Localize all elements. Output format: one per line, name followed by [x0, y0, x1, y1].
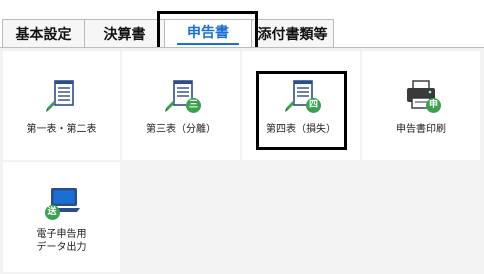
- badge: 申: [426, 98, 441, 113]
- tab-financial-statements[interactable]: 決算書: [84, 19, 165, 47]
- laptop-icon: 送: [42, 182, 82, 222]
- tile-e-filing-export[interactable]: 送 電子申告用 データ出力: [3, 162, 120, 272]
- document-edit-icon: 四: [281, 77, 321, 117]
- tab-label: 基本設定: [15, 26, 72, 43]
- tab-tax-return[interactable]: 申告書: [164, 19, 252, 47]
- tile-form-1-2[interactable]: 第一表・第二表: [3, 51, 120, 160]
- tile-print-return[interactable]: 申 申告書印刷: [362, 51, 480, 160]
- tile-label: 第四表（損失）: [266, 124, 336, 135]
- tile-label: 第一表・第二表: [26, 124, 97, 135]
- tab-label: 添付書類等: [257, 26, 328, 43]
- tab-basic-settings[interactable]: 基本設定: [2, 19, 85, 47]
- printer-icon: 申: [401, 77, 441, 117]
- badge: 送: [44, 205, 60, 220]
- tile-label: 第三表（分離）: [146, 124, 216, 135]
- badge: 三: [186, 98, 201, 113]
- tab-attachments[interactable]: 添付書類等: [251, 19, 334, 47]
- document-edit-icon: [42, 77, 82, 117]
- badge: 四: [306, 98, 321, 113]
- tile-label: 申告書印刷: [396, 124, 446, 135]
- tab-label: 決算書: [103, 26, 146, 43]
- tile-label-line: データ出力: [36, 242, 87, 253]
- tile-form-3[interactable]: 三 第三表（分離）: [122, 51, 240, 160]
- tile-label: 電子申告用 データ出力: [37, 228, 87, 254]
- tile-label-line: 電子申告用: [36, 229, 87, 240]
- tile-form-4[interactable]: 四 第四表（損失）: [242, 51, 360, 160]
- tab-label: 申告書: [177, 22, 239, 45]
- document-edit-icon: 三: [161, 77, 201, 117]
